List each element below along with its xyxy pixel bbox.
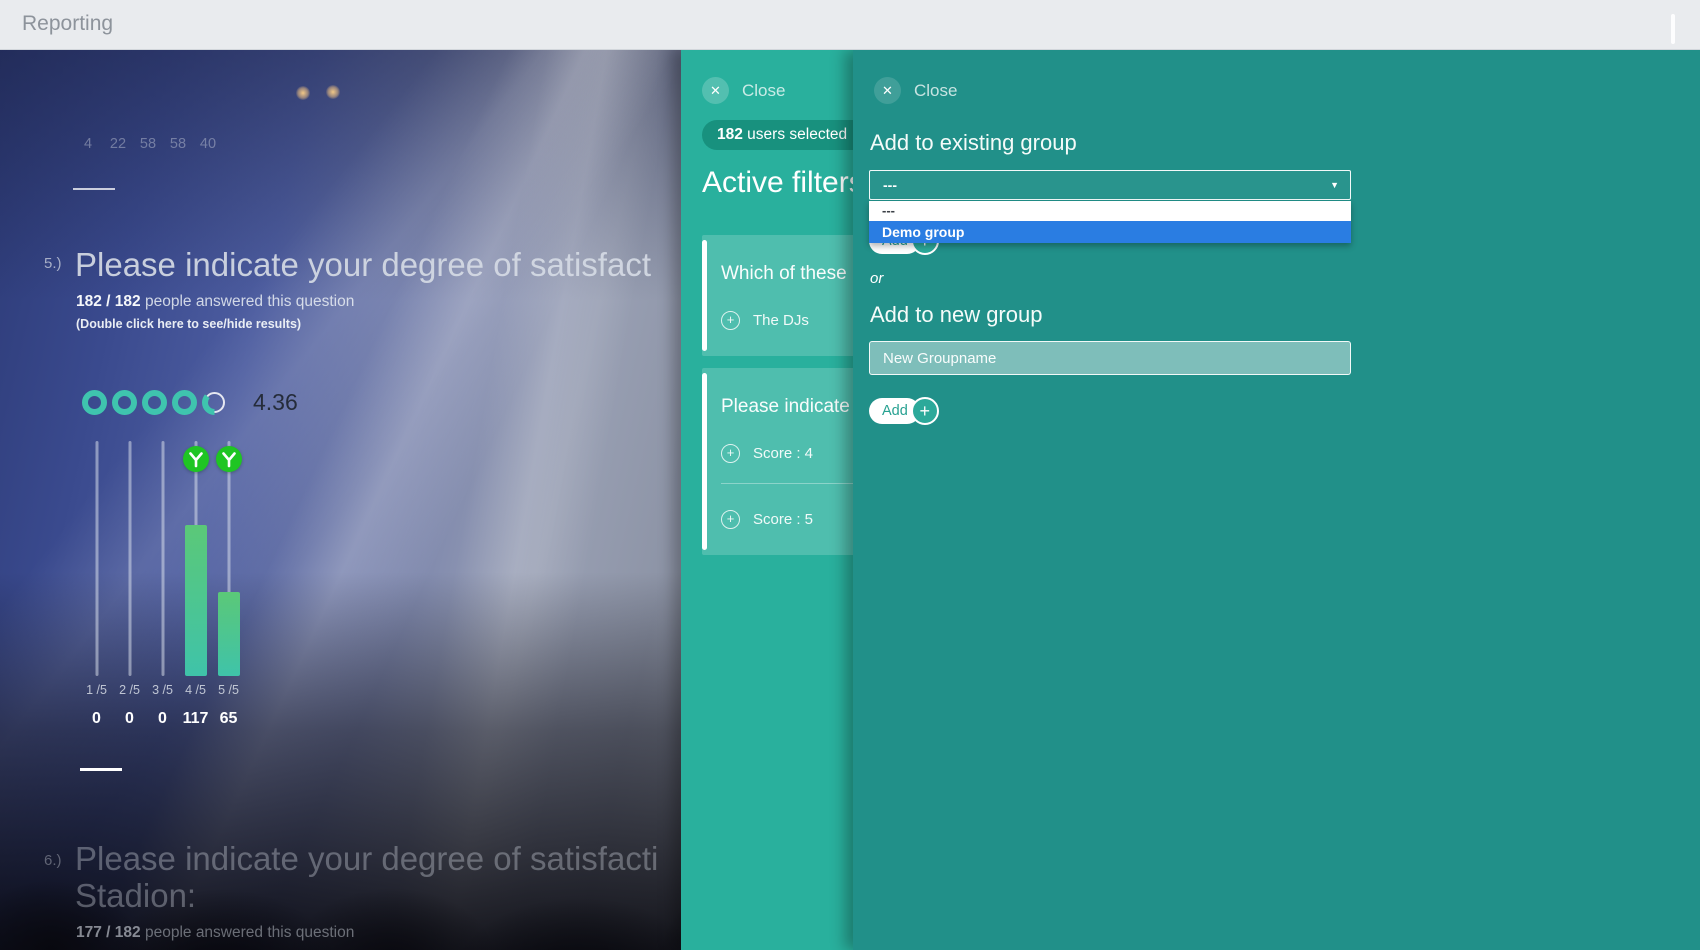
filter-item-label: Score : 5 <box>753 511 813 528</box>
rating-circle <box>142 390 167 415</box>
app-window: Reporting 4 22 58 58 40 5.) Please indicate … <box>0 0 1700 950</box>
question-title[interactable]: Please indicate your degree of satisfact <box>75 246 651 284</box>
chart-value: 0 <box>113 710 146 728</box>
group-dropdown-list: ---Demo group <box>869 201 1351 243</box>
previous-stat-value: 58 <box>166 136 190 152</box>
chart-values-underline <box>80 768 122 771</box>
existing-group-heading: Add to existing group <box>870 130 1077 156</box>
separator <box>721 483 853 484</box>
average-score-row: 4.36 <box>82 389 298 416</box>
average-score-value: 4.36 <box>253 389 298 416</box>
new-group-name-input[interactable] <box>869 341 1351 375</box>
filter-item-label: The DJs <box>753 312 809 329</box>
chart-category-label: 5 /5 <box>212 683 245 697</box>
close-icon[interactable]: ✕ <box>874 77 901 104</box>
scroll-indicator <box>1671 14 1675 44</box>
close-filters-button[interactable]: ✕ Close <box>702 77 785 104</box>
stage-light-glow <box>326 85 340 99</box>
dropdown-option[interactable]: --- <box>869 201 1351 221</box>
selected-score-marker-icon[interactable] <box>216 446 242 472</box>
selected-option: --- <box>883 177 897 193</box>
filter-item[interactable]: + Score : 4 <box>721 444 853 463</box>
chart-track <box>95 441 98 676</box>
selected-score-marker-icon[interactable] <box>183 446 209 472</box>
chevron-down-icon: ▼ <box>1330 180 1339 190</box>
toggle-results-hint[interactable]: (Double click here to see/hide results) <box>76 317 301 331</box>
dropdown-option[interactable]: Demo group <box>869 221 1351 243</box>
new-group-heading: Add to new group <box>870 302 1042 328</box>
filter-card: Please indicate + Score : 4 + Score : 5 <box>702 368 853 555</box>
add-to-new-group-button[interactable]: Add + <box>869 397 939 425</box>
chart-bar <box>218 592 240 676</box>
chart-column <box>80 441 113 676</box>
plus-icon: + <box>911 397 939 425</box>
chart-value: 117 <box>179 710 212 728</box>
add-filter-icon: + <box>721 510 740 529</box>
chart-value: 0 <box>146 710 179 728</box>
chart-value: 65 <box>212 710 245 728</box>
chart-column <box>113 441 146 676</box>
chart-category-label: 2 /5 <box>113 683 146 697</box>
filter-card-title: Which of these <box>721 263 853 285</box>
filter-card-list: Which of these + The DJs Please indicate + Sc… <box>702 235 853 567</box>
answered-text: people answered this question <box>141 293 355 310</box>
active-filters-panel: ✕ Close 182 users selected Active filter… <box>681 50 853 950</box>
panel-title: Active filters <box>702 166 853 200</box>
question-number: 5.) <box>44 255 62 272</box>
chart-track <box>128 441 131 676</box>
rating-circle <box>112 390 137 415</box>
chart-category-label: 1 /5 <box>80 683 113 697</box>
page-title: Reporting <box>22 12 113 36</box>
chart-category-labels: 1 /52 /53 /54 /55 /5 <box>80 683 245 697</box>
chart-bar <box>185 525 207 676</box>
answered-count-line: 177 / 182 people answered this question <box>76 924 354 942</box>
chart-category-label: 4 /5 <box>179 683 212 697</box>
previous-stat-value: 4 <box>76 136 100 152</box>
filter-card: Which of these + The DJs <box>702 235 853 356</box>
question-title[interactable]: Please indicate your degree of satisfact… <box>75 840 658 914</box>
chart-value-labels: 00011765 <box>80 710 245 728</box>
score-bar-chart <box>80 441 245 676</box>
close-group-panel-button[interactable]: ✕ Close <box>874 77 957 104</box>
answered-text: people answered this question <box>141 924 355 941</box>
filter-card-title: Please indicate <box>721 396 853 418</box>
chart-column <box>146 441 179 676</box>
answered-count-line: 182 / 182 people answered this question <box>76 293 354 311</box>
add-filter-icon: + <box>721 311 740 330</box>
chart-category-label: 3 /5 <box>146 683 179 697</box>
or-separator-label: or <box>870 270 883 287</box>
filter-item-label: Score : 4 <box>753 445 813 462</box>
add-to-group-panel: ✕ Close Add to existing group Add + --- … <box>853 50 1700 950</box>
previous-stat-value: 58 <box>136 136 160 152</box>
rating-circle <box>82 390 107 415</box>
existing-group-select[interactable]: --- ▼ <box>869 170 1351 200</box>
stage-light-glow <box>296 86 310 100</box>
rating-circles <box>82 390 227 415</box>
answered-count: 182 / 182 <box>76 293 141 310</box>
previous-question-values: 4 22 58 58 40 <box>76 136 220 152</box>
add-filter-icon: + <box>721 444 740 463</box>
question-number: 6.) <box>44 852 62 869</box>
filter-item[interactable]: + The DJs <box>721 311 853 330</box>
users-selected-badge: 182 users selected <box>702 120 853 150</box>
chart-track <box>161 441 164 676</box>
previous-stat-value: 22 <box>106 136 130 152</box>
top-bar: Reporting <box>0 0 1700 50</box>
chart-column <box>179 441 212 676</box>
previous-question-underline <box>73 188 115 190</box>
chart-column <box>212 441 245 676</box>
rating-circle <box>172 390 197 415</box>
chart-value: 0 <box>80 710 113 728</box>
previous-stat-value: 40 <box>196 136 220 152</box>
close-icon[interactable]: ✕ <box>702 77 729 104</box>
answered-count: 177 / 182 <box>76 924 141 941</box>
rating-circle <box>202 390 227 415</box>
filter-item[interactable]: + Score : 5 <box>721 510 853 529</box>
